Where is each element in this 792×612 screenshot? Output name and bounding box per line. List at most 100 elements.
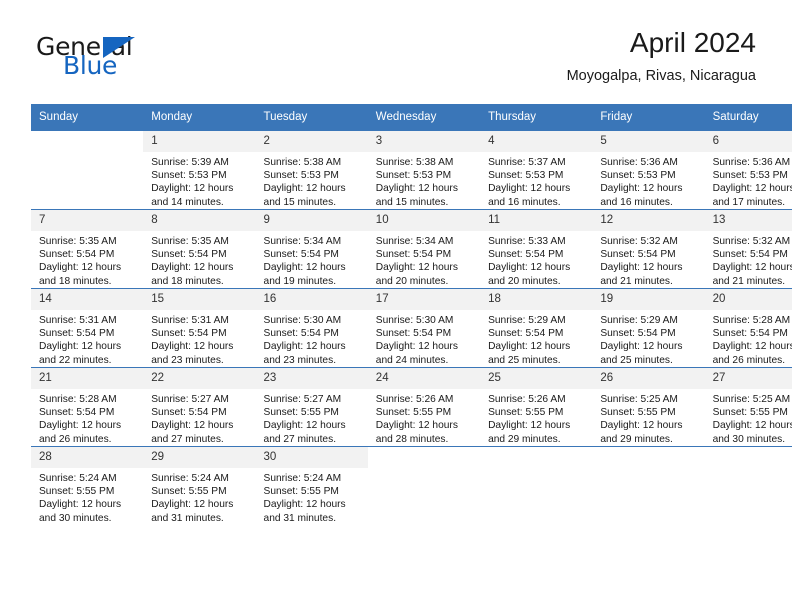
day-details: Sunrise: 5:28 AM Sunset: 5:54 PM Dayligh…: [705, 310, 792, 367]
calendar-day-cell[interactable]: 26 Sunrise: 5:25 AM Sunset: 5:55 PM Dayl…: [592, 367, 705, 447]
sunset-text: Sunset: 5:54 PM: [151, 249, 227, 261]
daylight-text-line2: and 18 minutes.: [151, 275, 224, 287]
calendar-day-cell[interactable]: 27 Sunrise: 5:25 AM Sunset: 5:55 PM Dayl…: [704, 367, 792, 447]
daylight-text-line2: and 31 minutes.: [151, 512, 224, 524]
daylight-text-line2: and 25 minutes.: [488, 354, 561, 366]
day-number: 12: [592, 210, 705, 231]
sunrise-text: Sunrise: 5:28 AM: [712, 315, 791, 326]
sunset-text: Sunset: 5:55 PM: [712, 407, 788, 419]
day-number: 8: [143, 210, 256, 231]
daylight-text-line1: Daylight: 12 hours: [488, 262, 571, 274]
day-number: 7: [31, 210, 144, 231]
day-details: Sunrise: 5:30 AM Sunset: 5:54 PM Dayligh…: [256, 310, 368, 367]
sunrise-text: Sunrise: 5:28 AM: [39, 394, 117, 405]
daylight-text-line2: and 27 minutes.: [151, 433, 224, 445]
calendar-page: General Blue April 2024 Moyogalpa, Rivas…: [0, 0, 792, 612]
calendar-day-cell[interactable]: 28 Sunrise: 5:24 AM Sunset: 5:55 PM Dayl…: [31, 446, 144, 525]
sunset-text: Sunset: 5:55 PM: [375, 407, 452, 419]
calendar-day-cell[interactable]: 2 Sunrise: 5:38 AM Sunset: 5:53 PM Dayli…: [255, 130, 368, 210]
calendar-day-cell[interactable]: [31, 130, 144, 210]
day-details: Sunrise: 5:35 AM Sunset: 5:54 PM Dayligh…: [31, 231, 143, 288]
calendar-day-cell[interactable]: 10 Sunrise: 5:34 AM Sunset: 5:54 PM Dayl…: [367, 209, 481, 289]
calendar-day-cell[interactable]: 17 Sunrise: 5:30 AM Sunset: 5:54 PM Dayl…: [367, 288, 481, 368]
sunset-text: Sunset: 5:55 PM: [263, 407, 339, 419]
day-number: 4: [480, 131, 593, 152]
calendar-day-cell[interactable]: 20 Sunrise: 5:28 AM Sunset: 5:54 PM Dayl…: [704, 288, 792, 368]
calendar-day-cell[interactable]: 22 Sunrise: 5:27 AM Sunset: 5:54 PM Dayl…: [143, 367, 256, 447]
day-details: Sunrise: 5:33 AM Sunset: 5:54 PM Dayligh…: [480, 231, 592, 288]
sunset-text: Sunset: 5:53 PM: [712, 170, 788, 182]
daylight-text-line1: Daylight: 12 hours: [151, 499, 234, 511]
daylight-text-line2: and 17 minutes.: [712, 196, 786, 208]
sunrise-text: Sunrise: 5:32 AM: [712, 236, 791, 247]
daylight-text-line1: Daylight: 12 hours: [39, 341, 122, 353]
calendar-day-cell[interactable]: 29 Sunrise: 5:24 AM Sunset: 5:55 PM Dayl…: [143, 446, 256, 525]
daylight-text-line1: Daylight: 12 hours: [39, 420, 122, 432]
day-details: Sunrise: 5:34 AM Sunset: 5:54 PM Dayligh…: [256, 231, 368, 288]
daylight-text-line2: and 30 minutes.: [712, 433, 786, 445]
calendar-day-cell[interactable]: 6 Sunrise: 5:36 AM Sunset: 5:53 PM Dayli…: [704, 130, 792, 210]
daylight-text-line2: and 25 minutes.: [600, 354, 673, 366]
calendar-day-cell[interactable]: 1 Sunrise: 5:39 AM Sunset: 5:53 PM Dayli…: [143, 130, 256, 210]
calendar-day-cell[interactable]: 14 Sunrise: 5:31 AM Sunset: 5:54 PM Dayl…: [31, 288, 144, 368]
sunrise-text: Sunrise: 5:33 AM: [488, 236, 566, 247]
calendar-day-cell[interactable]: 11 Sunrise: 5:33 AM Sunset: 5:54 PM Dayl…: [480, 209, 593, 289]
day-details: [705, 468, 792, 472]
calendar-day-cell[interactable]: [704, 446, 792, 525]
day-number: 30: [255, 447, 368, 468]
daylight-text-line2: and 20 minutes.: [488, 275, 561, 287]
sunrise-text: Sunrise: 5:31 AM: [151, 315, 229, 326]
calendar-week-row: 28 Sunrise: 5:24 AM Sunset: 5:55 PM Dayl…: [31, 446, 792, 525]
calendar-day-cell[interactable]: 18 Sunrise: 5:29 AM Sunset: 5:54 PM Dayl…: [480, 288, 593, 368]
daylight-text-line2: and 19 minutes.: [263, 275, 337, 287]
calendar-day-cell[interactable]: [480, 446, 593, 525]
day-number: 1: [143, 131, 256, 152]
brand-name-blue: Blue: [63, 51, 118, 80]
calendar-day-cell[interactable]: 25 Sunrise: 5:26 AM Sunset: 5:55 PM Dayl…: [480, 367, 593, 447]
sunset-text: Sunset: 5:54 PM: [263, 328, 339, 340]
day-number: 16: [255, 289, 368, 310]
day-details: Sunrise: 5:36 AM Sunset: 5:53 PM Dayligh…: [705, 152, 792, 209]
calendar-day-cell[interactable]: 7 Sunrise: 5:35 AM Sunset: 5:54 PM Dayli…: [31, 209, 144, 289]
calendar-day-cell[interactable]: 5 Sunrise: 5:36 AM Sunset: 5:53 PM Dayli…: [592, 130, 705, 210]
calendar-day-cell[interactable]: 15 Sunrise: 5:31 AM Sunset: 5:54 PM Dayl…: [143, 288, 256, 368]
sunrise-text: Sunrise: 5:29 AM: [600, 315, 678, 326]
day-details: Sunrise: 5:38 AM Sunset: 5:53 PM Dayligh…: [256, 152, 368, 209]
daylight-text-line2: and 23 minutes.: [151, 354, 224, 366]
day-number: 14: [31, 289, 144, 310]
daylight-text-line2: and 20 minutes.: [375, 275, 449, 287]
sunrise-text: Sunrise: 5:37 AM: [488, 157, 566, 168]
calendar-day-cell[interactable]: 3 Sunrise: 5:38 AM Sunset: 5:53 PM Dayli…: [367, 130, 481, 210]
daylight-text-line1: Daylight: 12 hours: [263, 183, 346, 195]
calendar-day-cell[interactable]: [367, 446, 481, 525]
calendar-day-cell[interactable]: 21 Sunrise: 5:28 AM Sunset: 5:54 PM Dayl…: [31, 367, 144, 447]
calendar-week-row: 7 Sunrise: 5:35 AM Sunset: 5:54 PM Dayli…: [31, 209, 792, 289]
day-details: Sunrise: 5:32 AM Sunset: 5:54 PM Dayligh…: [705, 231, 792, 288]
calendar-day-cell[interactable]: 8 Sunrise: 5:35 AM Sunset: 5:54 PM Dayli…: [143, 209, 256, 289]
day-details: Sunrise: 5:38 AM Sunset: 5:53 PM Dayligh…: [368, 152, 480, 209]
sunrise-text: Sunrise: 5:35 AM: [39, 236, 117, 247]
calendar-day-cell[interactable]: 4 Sunrise: 5:37 AM Sunset: 5:53 PM Dayli…: [480, 130, 593, 210]
daylight-text-line2: and 30 minutes.: [39, 512, 112, 524]
sunrise-text: Sunrise: 5:25 AM: [712, 394, 791, 405]
daylight-text-line2: and 21 minutes.: [600, 275, 673, 287]
daylight-text-line2: and 29 minutes.: [488, 433, 561, 445]
brand-logo[interactable]: General Blue: [36, 32, 276, 88]
day-number: 19: [592, 289, 705, 310]
daylight-text-line2: and 28 minutes.: [375, 433, 449, 445]
calendar-day-cell[interactable]: 12 Sunrise: 5:32 AM Sunset: 5:54 PM Dayl…: [592, 209, 705, 289]
calendar-day-cell[interactable]: 30 Sunrise: 5:24 AM Sunset: 5:55 PM Dayl…: [255, 446, 368, 525]
day-number: 11: [480, 210, 593, 231]
calendar-day-cell[interactable]: 9 Sunrise: 5:34 AM Sunset: 5:54 PM Dayli…: [255, 209, 368, 289]
day-details: Sunrise: 5:24 AM Sunset: 5:55 PM Dayligh…: [31, 468, 143, 525]
calendar-day-cell[interactable]: 16 Sunrise: 5:30 AM Sunset: 5:54 PM Dayl…: [255, 288, 368, 368]
day-number: 21: [31, 368, 144, 389]
calendar-day-cell[interactable]: [592, 446, 705, 525]
calendar-day-cell[interactable]: 24 Sunrise: 5:26 AM Sunset: 5:55 PM Dayl…: [367, 367, 481, 447]
calendar-day-cell[interactable]: 13 Sunrise: 5:32 AM Sunset: 5:54 PM Dayl…: [704, 209, 792, 289]
day-details: Sunrise: 5:29 AM Sunset: 5:54 PM Dayligh…: [592, 310, 704, 367]
calendar-day-cell[interactable]: 23 Sunrise: 5:27 AM Sunset: 5:55 PM Dayl…: [255, 367, 368, 447]
day-number: 26: [592, 368, 705, 389]
calendar-day-cell[interactable]: 19 Sunrise: 5:29 AM Sunset: 5:54 PM Dayl…: [592, 288, 705, 368]
day-number: 5: [592, 131, 705, 152]
